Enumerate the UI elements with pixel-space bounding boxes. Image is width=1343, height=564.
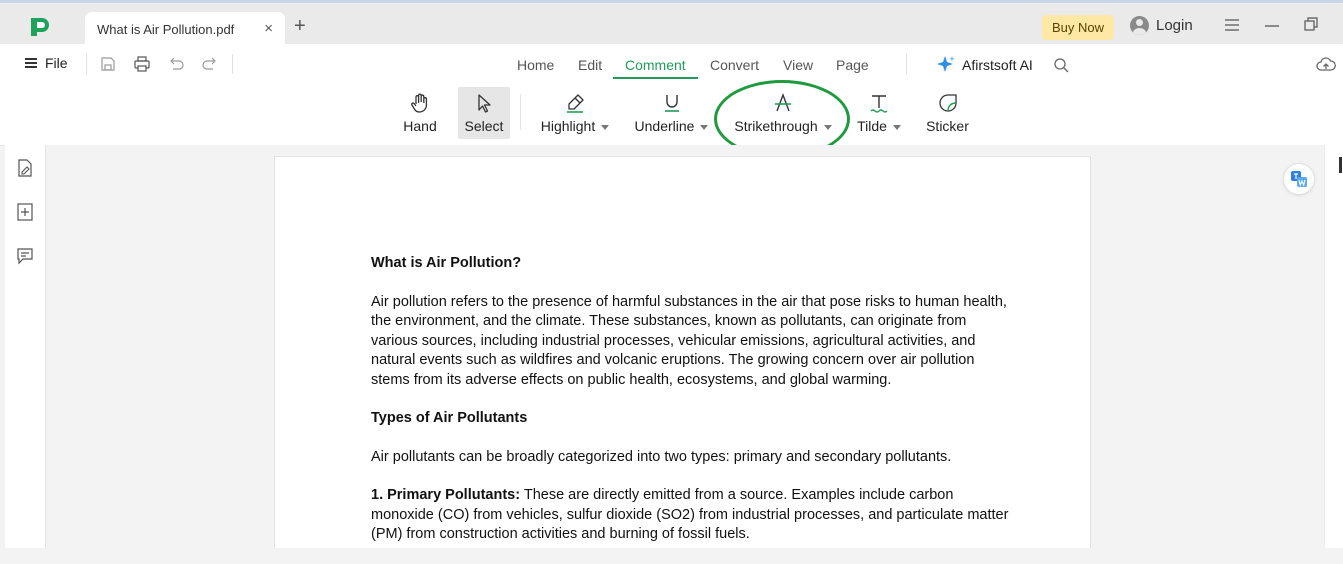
cloud-upload-icon[interactable] bbox=[1316, 56, 1336, 74]
hand-tool-label: Hand bbox=[403, 118, 437, 134]
ribbon-toolbar: File Home Edit Comment Convert View Page… bbox=[0, 44, 1343, 146]
cursor-icon bbox=[478, 94, 491, 113]
tilde-icon bbox=[870, 95, 888, 113]
select-tool-label: Select bbox=[464, 118, 504, 134]
close-tab-icon[interactable]: × bbox=[264, 20, 273, 37]
hand-tool[interactable]: Hand bbox=[401, 87, 439, 139]
vertical-scrollbar[interactable] bbox=[1324, 145, 1343, 548]
sparkle-icon bbox=[937, 56, 955, 72]
strikethrough-tool[interactable]: Strikethrough bbox=[732, 87, 834, 139]
underline-icon bbox=[664, 95, 679, 112]
tab-edit[interactable]: Edit bbox=[578, 57, 602, 73]
comment-icon[interactable] bbox=[16, 247, 34, 265]
undo-icon[interactable] bbox=[167, 55, 185, 73]
menu-icon[interactable] bbox=[1222, 15, 1242, 35]
tilde-tool[interactable]: Tilde bbox=[856, 87, 902, 139]
highlighter-icon bbox=[567, 94, 584, 113]
page-content: What is Air Pollution? Air pollution ref… bbox=[371, 254, 1011, 564]
pdf-page: What is Air Pollution? Air pollution ref… bbox=[274, 156, 1091, 548]
divider bbox=[906, 54, 907, 74]
tab-title: What is Air Pollution.pdf bbox=[97, 22, 235, 37]
doc-heading: What is Air Pollution? bbox=[371, 255, 522, 271]
mouse-cursor bbox=[1339, 157, 1342, 173]
ai-assistant-button[interactable]: Afirstsoft AI bbox=[936, 55, 1033, 74]
left-sidebar bbox=[5, 145, 46, 548]
buy-now-button[interactable]: Buy Now bbox=[1042, 15, 1114, 40]
doc-paragraph: 1. Primary Pollutants: These are directl… bbox=[371, 486, 1011, 545]
tab-home[interactable]: Home bbox=[517, 57, 554, 73]
print-icon[interactable] bbox=[133, 55, 151, 73]
strikethrough-icon bbox=[775, 93, 791, 112]
doc-bold-lead: 1. Primary Pollutants: bbox=[371, 487, 521, 503]
tilde-tool-label: Tilde bbox=[857, 118, 901, 134]
sticker-tool-label: Sticker bbox=[926, 118, 969, 134]
tab-view[interactable]: View bbox=[783, 57, 813, 73]
user-avatar-icon bbox=[1130, 16, 1149, 35]
restore-icon[interactable] bbox=[1301, 15, 1321, 35]
title-bar: What is Air Pollution.pdf × + Buy Now Lo… bbox=[0, 0, 1343, 47]
login-button[interactable]: Login bbox=[1130, 16, 1193, 35]
new-tab-button[interactable]: + bbox=[294, 16, 306, 36]
doc-paragraph: Air pollution refers to the presence of … bbox=[371, 293, 1007, 388]
hamburger-icon bbox=[25, 58, 37, 68]
tab-page[interactable]: Page bbox=[836, 57, 869, 73]
tab-comment[interactable]: Comment bbox=[613, 57, 698, 79]
bookmark-add-icon[interactable] bbox=[16, 203, 34, 221]
sticker-tool[interactable]: Sticker bbox=[925, 87, 970, 139]
divider bbox=[232, 54, 233, 74]
doc-heading: Types of Air Pollutants bbox=[371, 410, 528, 426]
tab-convert[interactable]: Convert bbox=[710, 57, 759, 73]
hand-icon bbox=[411, 93, 428, 113]
login-label: Login bbox=[1156, 17, 1193, 34]
save-icon[interactable] bbox=[99, 55, 117, 73]
strikethrough-tool-label: Strikethrough bbox=[734, 118, 832, 134]
divider bbox=[520, 94, 521, 130]
underline-tool-label: Underline bbox=[635, 118, 709, 134]
document-tab[interactable]: What is Air Pollution.pdf × bbox=[85, 12, 285, 47]
translate-icon bbox=[1291, 171, 1307, 187]
doc-paragraph: Air pollutants can be broadly categorize… bbox=[371, 448, 952, 465]
app-logo-icon bbox=[31, 18, 49, 36]
search-icon[interactable] bbox=[1053, 57, 1069, 73]
edit-page-icon[interactable] bbox=[16, 159, 34, 177]
ai-label: Afirstsoft AI bbox=[962, 56, 1033, 73]
file-menu-label: File bbox=[45, 55, 68, 71]
sticker-icon bbox=[938, 94, 957, 112]
select-tool[interactable]: Select bbox=[458, 87, 510, 139]
redo-icon[interactable] bbox=[201, 55, 219, 73]
file-menu-button[interactable]: File bbox=[25, 55, 68, 71]
translate-button[interactable] bbox=[1283, 163, 1315, 195]
divider bbox=[86, 54, 87, 74]
minimize-icon[interactable] bbox=[1262, 15, 1282, 35]
highlight-tool-label: Highlight bbox=[541, 118, 610, 134]
underline-tool[interactable]: Underline bbox=[634, 87, 709, 139]
highlight-tool[interactable]: Highlight bbox=[539, 87, 611, 139]
